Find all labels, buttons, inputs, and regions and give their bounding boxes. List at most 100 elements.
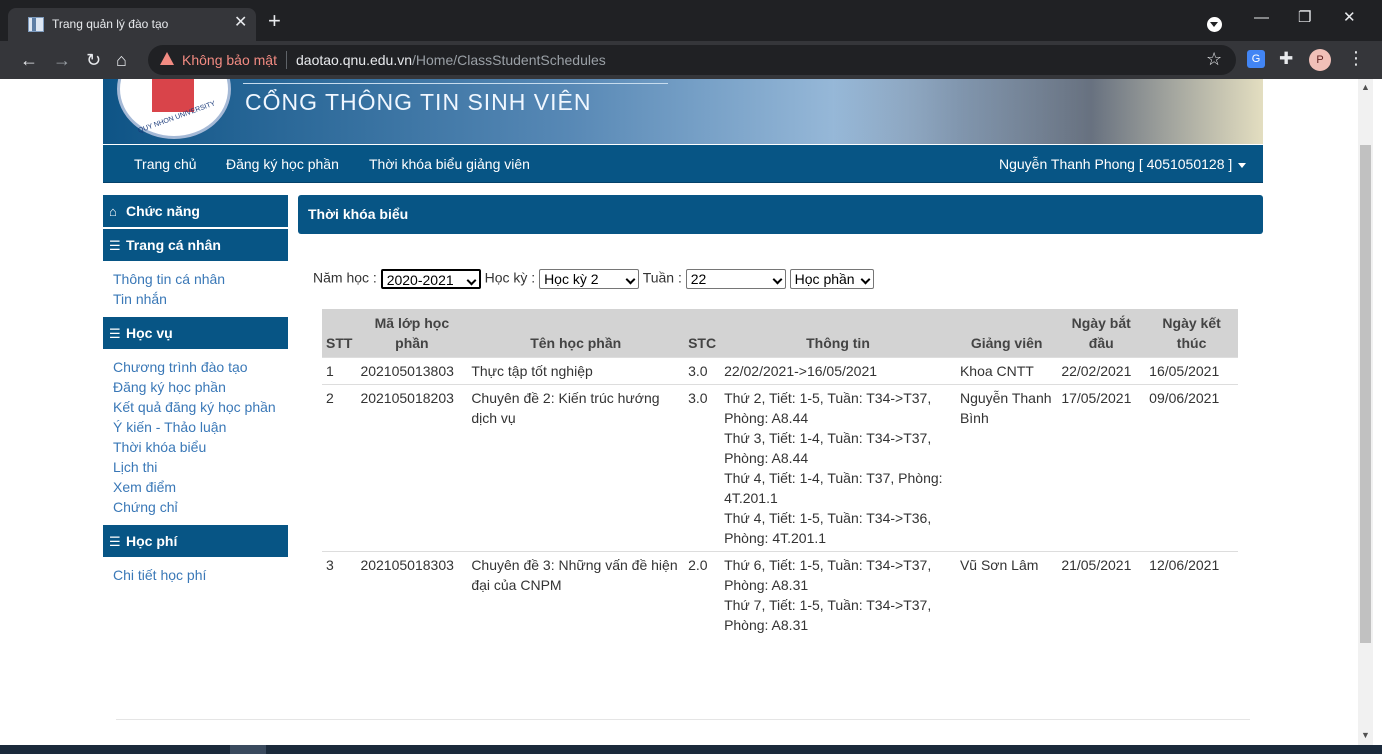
tab-search-icon[interactable] — [1207, 17, 1222, 32]
sidebar-item-certificates[interactable]: Chứng chỉ — [113, 497, 288, 517]
cell-course-name: Chuyên đề 3: Những vấn đề hiện đại của C… — [467, 551, 685, 638]
forward-arrow-icon[interactable]: → — [53, 50, 71, 70]
banner-title: CỔNG THÔNG TIN SINH VIÊN — [245, 89, 592, 115]
sidebar-item-grades[interactable]: Xem điểm — [113, 477, 288, 497]
cell-end-date: 12/06/2021 — [1145, 551, 1238, 638]
info-line: Thứ 6, Tiết: 1-5, Tuần: T34->T37, Phòng:… — [724, 557, 932, 593]
back-arrow-icon[interactable]: ← — [20, 50, 38, 70]
cell-lecturer: Nguyễn Thanh Bình — [955, 384, 1058, 552]
cell-info: Thứ 6, Tiết: 1-5, Tuần: T34->T37, Phòng:… — [720, 551, 956, 638]
panel-title: Thời khóa biểu — [298, 195, 1263, 234]
page-viewport: QUY NHON UNIVERSITY CỔNG THÔNG TIN SINH … — [0, 79, 1382, 754]
sidebar-list-academic: Chương trình đào tạo Đăng ký học phần Kế… — [103, 351, 288, 525]
sidebar-header-label: Trang cá nhân — [126, 237, 221, 253]
sidebar-header-label: Học vụ — [126, 325, 173, 341]
nav-item-course-registration[interactable]: Đăng ký học phần — [226, 156, 339, 172]
cell-credits: 3.0 — [684, 384, 721, 552]
url-text[interactable]: daotao.qnu.edu.vn/Home/ClassStudentSched… — [296, 52, 606, 68]
sidebar-item-curriculum[interactable]: Chương trình đào tạo — [113, 357, 288, 377]
sidebar-item-register-courses[interactable]: Đăng ký học phần — [113, 377, 288, 397]
sidebar-item-messages[interactable]: Tin nhắn — [113, 289, 288, 309]
schedule-table: STT Mã lớp học phần Tên học phần STC Thô… — [322, 309, 1238, 638]
cell-lecturer: Khoa CNTT — [955, 357, 1058, 385]
list-icon: ☰ — [109, 534, 121, 549]
close-window-icon[interactable]: ✕ — [1343, 8, 1356, 28]
nav-item-lecturer-schedule[interactable]: Thời khóa biểu giảng viên — [369, 156, 530, 172]
list-icon: ☰ — [109, 238, 121, 253]
scroll-down-icon[interactable]: ▼ — [1361, 730, 1370, 740]
security-label[interactable]: Không bảo mật — [182, 52, 277, 68]
table-row: 2 202105018203 Chuyên đề 2: Kiến trúc hư… — [322, 384, 1238, 552]
year-label: Năm học : — [313, 269, 377, 286]
week-select[interactable]: 22 — [685, 269, 786, 289]
site-banner: QUY NHON UNIVERSITY CỔNG THÔNG TIN SINH … — [103, 79, 1263, 144]
sidebar-item-tuition-details[interactable]: Chi tiết học phí — [113, 565, 288, 585]
table-row: 1 202105013803 Thực tập tốt nghiệp 3.0 2… — [322, 357, 1238, 385]
cell-credits: 2.0 — [684, 551, 721, 638]
reload-icon[interactable]: ↻ — [86, 50, 101, 70]
scroll-up-icon[interactable]: ▲ — [1361, 82, 1370, 92]
browser-menu-icon[interactable]: ⋮ — [1347, 48, 1365, 69]
sidebar-item-timetable[interactable]: Thời khóa biểu — [113, 437, 288, 457]
address-separator — [286, 51, 287, 69]
new-tab-button[interactable]: + — [268, 10, 281, 32]
cell-class-code: 202105013803 — [356, 357, 468, 385]
semester-select[interactable]: Học kỳ 2 — [539, 269, 640, 289]
cell-class-code: 202105018203 — [356, 384, 468, 552]
extensions-puzzle-icon[interactable]: ✚ — [1279, 49, 1293, 69]
nav-item-home[interactable]: Trang chủ — [134, 156, 197, 172]
bookmark-star-icon[interactable]: ☆ — [1206, 49, 1222, 70]
info-line: Thứ 3, Tiết: 1-4, Tuần: T34->T37, Phòng:… — [724, 430, 932, 466]
cell-end-date: 09/06/2021 — [1145, 384, 1238, 552]
sidebar-header-label: Chức năng — [126, 203, 200, 219]
minimize-icon[interactable]: — — [1254, 8, 1269, 28]
sidebar-item-discussion[interactable]: Ý kiến - Thảo luận — [113, 417, 288, 437]
sidebar-item-registration-results[interactable]: Kết quả đăng ký học phần — [113, 397, 288, 417]
url-path: /Home/ClassStudentSchedules — [412, 52, 606, 68]
warning-icon — [160, 52, 174, 65]
cell-stt: 2 — [322, 384, 357, 552]
week-label: Tuần : — [642, 269, 682, 286]
home-browser-icon[interactable]: ⌂ — [116, 50, 127, 70]
browser-tab-bar: Trang quản lý đào tạo ✕ + — ❐ ✕ — [0, 0, 1382, 41]
sidebar-list-tuition: Chi tiết học phí — [103, 559, 288, 593]
browser-tab[interactable]: Trang quản lý đào tạo ✕ — [8, 8, 256, 41]
page-favicon-icon — [28, 17, 44, 32]
column-header-stt: STT — [322, 309, 357, 358]
tab-close-icon[interactable]: ✕ — [234, 14, 247, 32]
user-menu[interactable]: Nguyễn Thanh Phong [ 4051050128 ] — [999, 156, 1247, 172]
cell-info: Thứ 2, Tiết: 1-5, Tuần: T34->T37, Phòng:… — [720, 384, 956, 552]
address-bar[interactable]: Không bảo mật daotao.qnu.edu.vn/Home/Cla… — [148, 45, 1236, 75]
cell-course-name: Chuyên đề 2: Kiến trúc hướng dịch vụ — [467, 384, 685, 552]
table-header-row: STT Mã lớp học phần Tên học phần STC Thô… — [322, 309, 1238, 358]
url-host: daotao.qnu.edu.vn — [296, 52, 412, 68]
scrollbar-thumb[interactable] — [1360, 145, 1371, 643]
course-select[interactable]: Học phần — [789, 269, 874, 289]
year-select[interactable]: 2020-2021 — [380, 269, 481, 289]
page-scrollbar[interactable]: ▲ ▼ — [1358, 79, 1373, 754]
sidebar-item-personal-info[interactable]: Thông tin cá nhân — [113, 269, 288, 289]
cell-stt: 3 — [322, 551, 357, 638]
cell-stt: 1 — [322, 357, 357, 385]
cell-lecturer: Vũ Sơn Lâm — [955, 551, 1058, 638]
graduates-image — [833, 79, 1263, 144]
cell-class-code: 202105018303 — [356, 551, 468, 638]
logo-text: QUY NHON UNIVERSITY — [137, 100, 217, 135]
info-line: Thứ 4, Tiết: 1-4, Tuần: T37, Phòng: 4T.2… — [724, 470, 943, 506]
cell-info: 22/02/2021->16/05/2021 — [720, 357, 956, 385]
taskbar-item[interactable] — [230, 745, 266, 754]
browser-toolbar: ← → ↻ ⌂ Không bảo mật daotao.qnu.edu.vn/… — [0, 41, 1382, 79]
profile-avatar[interactable]: P — [1309, 49, 1331, 71]
column-header-course-name: Tên học phần — [467, 309, 685, 358]
university-logo: QUY NHON UNIVERSITY — [117, 79, 231, 139]
translate-extension-icon[interactable]: G — [1247, 50, 1265, 68]
home-icon: ⌂ — [109, 204, 117, 219]
footer-divider — [116, 719, 1250, 720]
sidebar-header-label: Học phí — [126, 533, 178, 549]
sidebar-item-exam-schedule[interactable]: Lịch thi — [113, 457, 288, 477]
restore-icon[interactable]: ❐ — [1298, 8, 1311, 28]
sidebar: ⌂ Chức năng ☰ Trang cá nhân Thông tin cá n… — [103, 195, 288, 593]
cell-course-name: Thực tập tốt nghiệp — [467, 357, 685, 385]
info-line: Thứ 7, Tiết: 1-5, Tuần: T34->T37, Phòng:… — [724, 597, 932, 633]
info-line: Thứ 2, Tiết: 1-5, Tuần: T34->T37, Phòng:… — [724, 390, 932, 426]
